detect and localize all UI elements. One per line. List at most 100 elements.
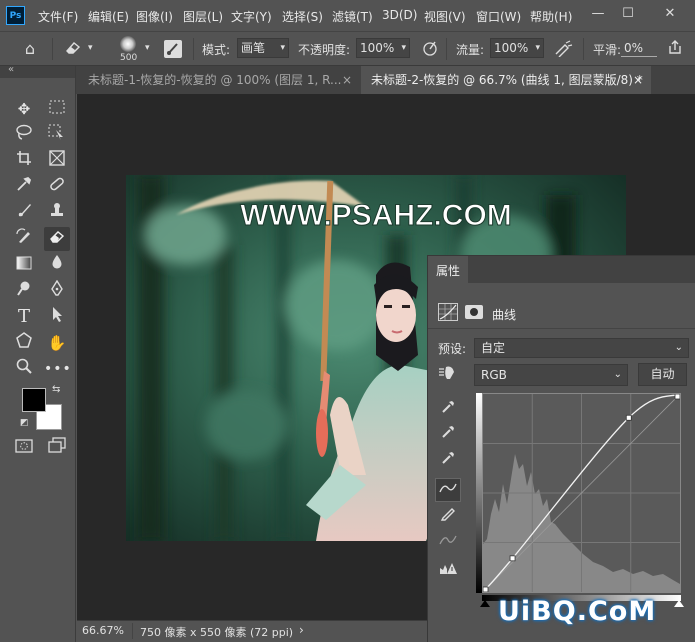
divider xyxy=(132,623,133,639)
auto-button[interactable]: 自动 xyxy=(638,363,687,386)
chevron-down-icon: ▾ xyxy=(535,43,540,53)
dodge-tool-icon[interactable] xyxy=(11,279,37,303)
eraser-tool-icon[interactable] xyxy=(63,39,83,59)
properties-header: 属性 xyxy=(428,256,695,283)
curves-adjustment-icon[interactable] xyxy=(438,303,458,321)
gray-point-eyedropper-icon[interactable] xyxy=(435,423,461,447)
tab-document-2[interactable]: 未标题-2-恢复的 @ 66.7% (曲线 1, 图层蒙版/8) * × xyxy=(361,66,651,94)
black-point-slider[interactable] xyxy=(480,600,490,607)
clone-stamp-icon[interactable] xyxy=(44,201,70,225)
shape-tool-icon[interactable] xyxy=(11,331,37,355)
hand-tool-icon[interactable]: ✋ xyxy=(44,331,70,355)
object-selection-icon[interactable] xyxy=(44,123,70,147)
toolbar-grip[interactable]: « xyxy=(0,64,75,78)
watermark-text: WWW.PSAHZ.COM xyxy=(240,199,512,232)
pen-tool-icon[interactable] xyxy=(44,279,70,303)
menu-image[interactable]: 图像(I) xyxy=(136,8,173,25)
preset-label: 预设: xyxy=(438,342,467,356)
tool-preset-chevron-icon[interactable]: ▾ xyxy=(88,43,93,53)
curve-point-1[interactable] xyxy=(509,555,516,562)
menu-3d[interactable]: 3D(D) xyxy=(382,8,417,22)
mode-select[interactable]: 画笔 ▾ xyxy=(237,38,289,58)
collapse-icon[interactable]: « xyxy=(8,64,14,75)
marquee-tool-icon[interactable] xyxy=(44,97,70,121)
flow-label: 流量: xyxy=(456,43,485,57)
opacity-label: 不透明度: xyxy=(298,43,351,57)
mode-label: 模式: xyxy=(202,43,231,57)
type-tool-icon[interactable]: T xyxy=(11,305,37,329)
menu-file[interactable]: 文件(F) xyxy=(38,8,78,25)
gradient-tool-icon[interactable] xyxy=(11,253,37,277)
white-point-eyedropper-icon[interactable] xyxy=(435,449,461,473)
black-point-eyedropper-icon[interactable] xyxy=(435,398,461,422)
home-icon[interactable]: ⌂ xyxy=(20,39,40,59)
curve-point-3[interactable] xyxy=(674,393,681,400)
share-icon[interactable] xyxy=(665,39,685,59)
curves-graph[interactable] xyxy=(482,393,681,593)
foreground-color-swatch-front[interactable] xyxy=(22,388,46,412)
brush-tool-icon[interactable] xyxy=(11,201,37,225)
flow-input[interactable]: 100% ▾ xyxy=(490,38,544,58)
more-tools-icon[interactable]: ••• xyxy=(44,357,71,381)
brush-settings-panel-icon[interactable] xyxy=(164,40,182,58)
tab-document-1[interactable]: 未标题-1-恢复的-恢复的 @ 100% (图层 1, R... × xyxy=(78,66,360,94)
eraser-tool-icon[interactable] xyxy=(44,227,70,251)
lasso-tool-icon[interactable] xyxy=(11,123,37,147)
menu-view[interactable]: 视图(V) xyxy=(424,8,466,25)
divider xyxy=(446,38,447,60)
eyedropper-tool-icon[interactable] xyxy=(11,175,37,199)
menu-layer[interactable]: 图层(L) xyxy=(183,8,223,25)
chevron-down-icon: ⌄ xyxy=(613,369,622,380)
brush-size-label: 500 xyxy=(120,53,138,63)
divider xyxy=(583,38,584,60)
zoom-level[interactable]: 66.67% xyxy=(82,624,124,637)
clipping-warning-icon[interactable] xyxy=(435,560,461,584)
zoom-tool-icon[interactable] xyxy=(11,357,37,381)
quick-mask-icon[interactable] xyxy=(11,436,37,460)
flow-value: 100% xyxy=(494,41,529,55)
brush-picker-chevron-icon[interactable]: ▾ xyxy=(145,43,150,53)
channel-value: RGB xyxy=(481,368,507,382)
minimize-button[interactable]: — xyxy=(588,5,608,23)
airbrush-icon[interactable] xyxy=(553,39,573,59)
healing-brush-icon[interactable] xyxy=(44,175,70,199)
path-selection-icon[interactable] xyxy=(44,305,70,329)
frame-tool-icon[interactable] xyxy=(44,149,70,173)
channel-select[interactable]: RGB ⌄ xyxy=(474,364,628,386)
curve-point-2[interactable] xyxy=(625,414,632,421)
chevron-down-icon: ▾ xyxy=(280,43,285,53)
screen-mode-icon[interactable] xyxy=(44,436,70,460)
white-point-slider[interactable] xyxy=(674,600,684,607)
history-brush-icon[interactable] xyxy=(11,227,37,251)
opacity-input[interactable]: 100% ▾ xyxy=(356,38,410,58)
maximize-button[interactable]: ☐ xyxy=(618,5,638,23)
move-tool-icon[interactable]: ✥ xyxy=(11,97,37,121)
curve-edit-icon[interactable] xyxy=(435,478,461,502)
layer-mask-icon[interactable] xyxy=(465,305,483,319)
swap-colors-icon[interactable]: ⇆ xyxy=(52,384,60,395)
menu-help[interactable]: 帮助(H) xyxy=(530,8,572,25)
close-window-button[interactable]: ✕ xyxy=(660,5,680,23)
target-adjustment-icon[interactable] xyxy=(435,363,461,387)
pencil-draw-icon[interactable] xyxy=(435,505,461,529)
smoothing-input[interactable]: 0% xyxy=(621,39,657,57)
menu-type[interactable]: 文字(Y) xyxy=(231,8,272,25)
status-menu-arrow[interactable]: › xyxy=(299,623,304,637)
default-colors-icon[interactable]: ◩ xyxy=(20,418,29,428)
close-icon[interactable]: × xyxy=(342,66,352,94)
menu-select[interactable]: 选择(S) xyxy=(282,8,323,25)
crop-tool-icon[interactable] xyxy=(11,149,37,173)
smooth-curve-icon[interactable] xyxy=(435,531,461,555)
pressure-opacity-icon[interactable] xyxy=(420,39,440,59)
photoshop-logo: Ps xyxy=(6,6,25,25)
curve-point-0[interactable] xyxy=(482,586,489,593)
menu-filter[interactable]: 滤镜(T) xyxy=(332,8,373,25)
close-icon[interactable]: × xyxy=(633,66,643,94)
smoothing-value: 0% xyxy=(624,41,644,55)
preset-select[interactable]: 自定 ⌄ xyxy=(474,338,689,358)
menu-edit[interactable]: 编辑(E) xyxy=(88,8,129,25)
properties-title: 属性 xyxy=(436,264,461,278)
divider xyxy=(193,38,194,60)
blur-tool-icon[interactable] xyxy=(44,253,70,277)
menu-window[interactable]: 窗口(W) xyxy=(476,8,521,25)
